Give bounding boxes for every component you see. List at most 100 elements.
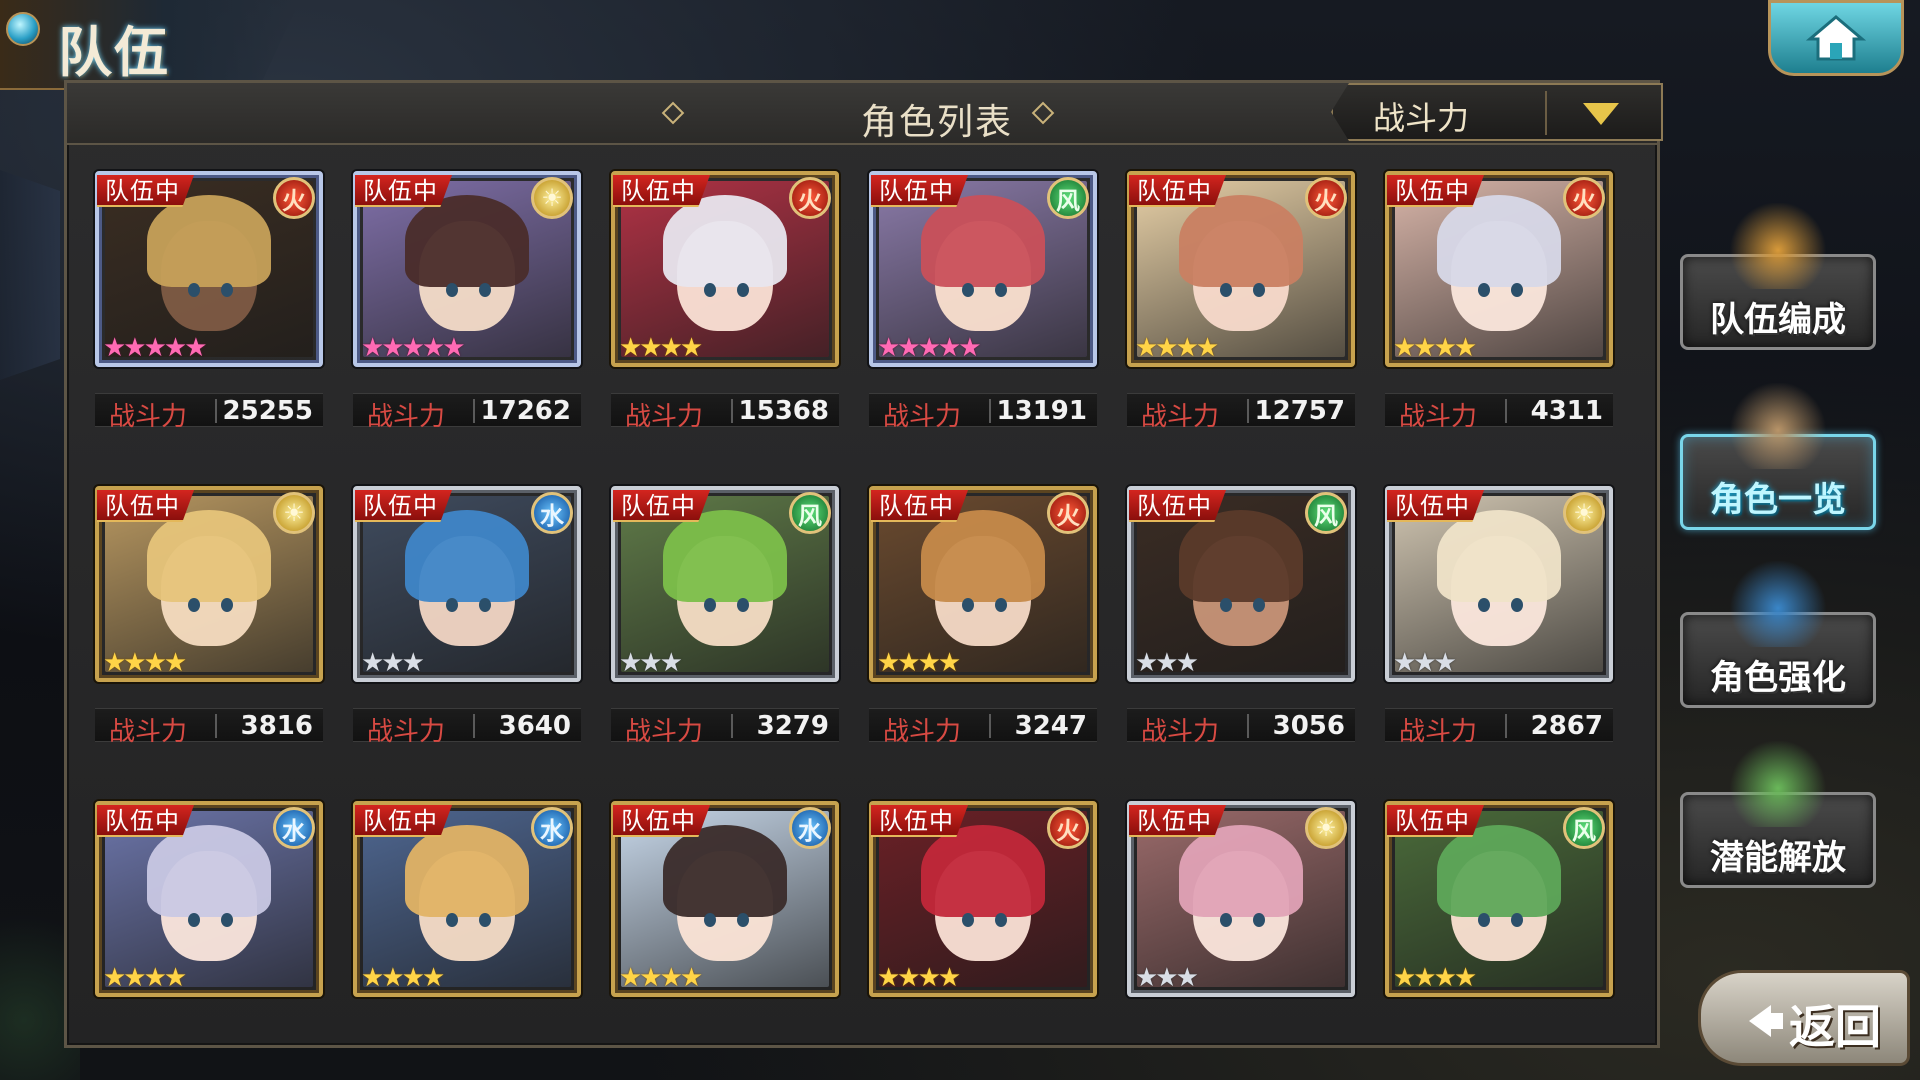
character-card[interactable]: 队伍中 水 ★★★★ xyxy=(95,801,323,1045)
combat-power-value: 3247 xyxy=(1014,711,1087,741)
water-element-icon: 水 xyxy=(531,492,573,534)
character-hair xyxy=(1436,510,1562,602)
water-element-icon: 水 xyxy=(273,807,315,849)
character-portrait[interactable]: 队伍中 火 ★★★★ xyxy=(611,171,839,367)
combat-power-bar: 战斗力 15368 xyxy=(611,393,839,432)
combat-power-label: 战斗力 xyxy=(625,717,704,747)
combat-power-label: 战斗力 xyxy=(883,402,962,432)
combat-power-bar: 战斗力 3279 xyxy=(611,708,839,747)
character-card[interactable]: 队伍中 ☀ ★★★ xyxy=(1127,801,1355,1045)
character-card[interactable]: 队伍中 风 ★★★ 战斗力 3056 xyxy=(1127,486,1355,747)
combat-power-label: 战斗力 xyxy=(1399,717,1478,747)
character-portrait[interactable]: 队伍中 ☀ ★★★★★ xyxy=(353,171,581,367)
combat-power-value: 25255 xyxy=(222,396,313,426)
combat-power-value: 17262 xyxy=(480,396,571,426)
character-card[interactable]: 队伍中 水 ★★★★ xyxy=(353,801,581,1045)
character-portrait[interactable]: 队伍中 火 ★★★★ xyxy=(1385,171,1613,367)
side-menu-team-edit-button[interactable]: 队伍编成 xyxy=(1680,203,1876,350)
character-hair xyxy=(662,510,788,602)
combat-power-bar: 战斗力 3247 xyxy=(869,708,1097,747)
back-arrow-icon-tail xyxy=(1769,1013,1783,1029)
character-card[interactable]: 队伍中 风 ★★★ 战斗力 3279 xyxy=(611,486,839,747)
chevron-down-icon[interactable] xyxy=(1583,103,1619,125)
character-hair xyxy=(1178,510,1304,602)
star-rating: ★★★★ xyxy=(1393,963,1477,993)
home-icon xyxy=(1806,15,1866,61)
character-card[interactable]: 队伍中 水 ★★★ 战斗力 3640 xyxy=(353,486,581,747)
back-button[interactable]: 返回 xyxy=(1698,970,1910,1066)
character-portrait[interactable]: 队伍中 火 ★★★★ xyxy=(869,486,1097,682)
in-team-badge: 队伍中 xyxy=(355,175,452,207)
combat-power-divider xyxy=(473,714,475,738)
in-team-badge: 队伍中 xyxy=(871,805,968,837)
character-card[interactable]: 队伍中 ☀ ★★★ 战斗力 2867 xyxy=(1385,486,1613,747)
water-element-icon: 水 xyxy=(531,807,573,849)
side-menu-potential-button[interactable]: 潜能解放 xyxy=(1680,741,1876,888)
character-card[interactable]: 队伍中 ☀ ★★★★ 战斗力 3816 xyxy=(95,486,323,747)
character-card[interactable]: 队伍中 风 ★★★★ xyxy=(1385,801,1613,1045)
character-card[interactable]: 队伍中 火 ★★★★ 战斗力 3247 xyxy=(869,486,1097,747)
side-menu-label: 角色强化 xyxy=(1710,658,1846,698)
character-card[interactable]: 队伍中 风 ★★★★★ 战斗力 13191 xyxy=(869,171,1097,432)
character-card[interactable]: 队伍中 火 ★★★★ 战斗力 4311 xyxy=(1385,171,1613,432)
character-portrait[interactable]: 队伍中 水 ★★★★ xyxy=(95,801,323,997)
star-rating: ★★★★★ xyxy=(361,333,466,363)
character-portrait[interactable]: 队伍中 水 ★★★★ xyxy=(353,801,581,997)
character-hair xyxy=(662,825,788,917)
character-portrait[interactable]: 队伍中 火 ★★★★★ xyxy=(95,171,323,367)
in-team-badge: 队伍中 xyxy=(97,490,194,522)
in-team-badge: 队伍中 xyxy=(355,805,452,837)
combat-power-label: 战斗力 xyxy=(367,402,446,432)
star-rating: ★★★★ xyxy=(619,963,703,993)
character-card[interactable]: 队伍中 ☀ ★★★★★ 战斗力 17262 xyxy=(353,171,581,432)
combat-power-bar: 战斗力 13191 xyxy=(869,393,1097,432)
fire-element-icon: 火 xyxy=(1305,177,1347,219)
side-menu-label: 队伍编成 xyxy=(1710,300,1846,340)
character-card[interactable]: 队伍中 水 ★★★★ xyxy=(611,801,839,1045)
combat-power-divider xyxy=(1505,714,1507,738)
character-portrait[interactable]: 队伍中 风 ★★★ xyxy=(1127,486,1355,682)
character-portrait[interactable]: 队伍中 ☀ ★★★ xyxy=(1385,486,1613,682)
home-button[interactable] xyxy=(1768,0,1904,76)
character-portrait[interactable]: 队伍中 风 ★★★★ xyxy=(1385,801,1613,997)
character-hair xyxy=(146,825,272,917)
back-label: 返回 xyxy=(1789,1000,1881,1054)
wind-element-icon: 风 xyxy=(1047,177,1089,219)
in-team-badge: 队伍中 xyxy=(1387,490,1484,522)
character-portrait[interactable]: 队伍中 火 ★★★★ xyxy=(1127,171,1355,367)
character-card[interactable]: 队伍中 火 ★★★★★ 战斗力 25255 xyxy=(95,171,323,432)
character-portrait[interactable]: 队伍中 水 ★★★ xyxy=(353,486,581,682)
character-hair xyxy=(404,825,530,917)
in-team-badge: 队伍中 xyxy=(355,490,452,522)
combat-power-bar: 战斗力 2867 xyxy=(1385,708,1613,747)
combat-power-divider xyxy=(1247,714,1249,738)
light-element-icon: ☀ xyxy=(1563,492,1605,534)
star-rating: ★★★★ xyxy=(877,648,961,678)
sort-divider xyxy=(1545,91,1547,135)
combat-power-value: 3816 xyxy=(240,711,313,741)
side-menu-char-list-button[interactable]: 角色一览 xyxy=(1680,383,1876,530)
character-portrait[interactable]: 队伍中 ☀ ★★★★ xyxy=(95,486,323,682)
character-portrait[interactable]: 队伍中 ☀ ★★★ xyxy=(1127,801,1355,997)
side-menu-char-enhance-button[interactable]: 角色强化 xyxy=(1680,561,1876,708)
combat-power-divider xyxy=(989,399,991,423)
combat-power-divider xyxy=(473,399,475,423)
character-list-panel: 角色列表 战斗力 队伍中火 ★★★★★ 战斗力 25255 队伍中 ☀ ★★★★★ 战斗力 17… xyxy=(64,80,1663,1048)
character-portrait[interactable]: 队伍中 风 ★★★★★ xyxy=(869,171,1097,367)
fire-element-icon: 火 xyxy=(1047,492,1089,534)
fire-element-icon: 火 xyxy=(1563,177,1605,219)
combat-power-bar: 战斗力 4311 xyxy=(1385,393,1613,432)
character-card[interactable]: 队伍中 火 ★★★★ 战斗力 15368 xyxy=(611,171,839,432)
character-portrait[interactable]: 队伍中 水 ★★★★ xyxy=(611,801,839,997)
star-rating: ★★★ xyxy=(1393,648,1457,678)
character-card[interactable]: 队伍中 火 ★★★★ 战斗力 12757 xyxy=(1127,171,1355,432)
character-portrait[interactable]: 队伍中 风 ★★★ xyxy=(611,486,839,682)
character-portrait[interactable]: 队伍中 火 ★★★★ xyxy=(869,801,1097,997)
star-rating: ★★★ xyxy=(1135,648,1199,678)
in-team-badge: 队伍中 xyxy=(1129,805,1226,837)
character-card[interactable]: 队伍中 火 ★★★★ xyxy=(869,801,1097,1045)
combat-power-value: 3640 xyxy=(498,711,571,741)
sort-dropdown[interactable]: 战斗力 xyxy=(1331,83,1663,141)
character-hair xyxy=(404,510,530,602)
in-team-badge: 队伍中 xyxy=(613,805,710,837)
